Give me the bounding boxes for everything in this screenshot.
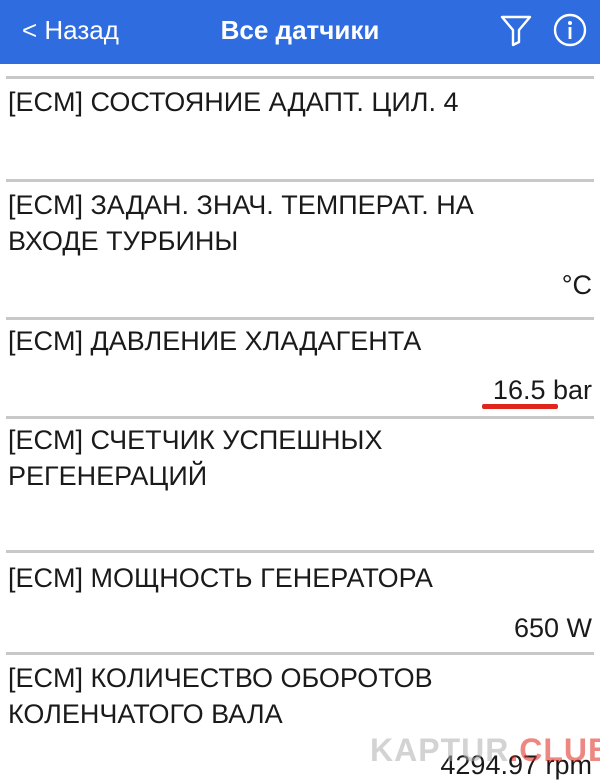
divider <box>6 652 594 655</box>
sensor-name: [ECM] СЧЕТЧИК УСПЕШНЫХ РЕГЕНЕРАЦИЙ <box>8 425 383 491</box>
divider <box>6 179 594 182</box>
sensor-name: [ECM] КОЛИЧЕСТВО ОБОРОТОВ КОЛЕНЧАТОГО ВА… <box>8 663 433 729</box>
watermark-text: KAPTUR <box>370 732 510 768</box>
sensor-name: [ECM] ЗАДАН. ЗНАЧ. ТЕМПЕРАТ. НА ВХОДЕ ТУ… <box>8 190 474 256</box>
info-icon <box>553 13 587 47</box>
sensor-value: °C <box>561 270 592 300</box>
watermark-text-accent: .CLUB <box>509 732 600 768</box>
divider <box>6 550 594 553</box>
watermark-logo: KAPTUR.CLUB <box>370 732 600 769</box>
sensor-value: 16.5 bar <box>492 375 592 405</box>
app-header: < Назад Все датчики <box>0 0 600 64</box>
sensor-name: [ECM] ДАВЛЕНИЕ ХЛАДАГЕНТА <box>8 326 422 356</box>
filter-button[interactable] <box>498 12 534 48</box>
info-button[interactable] <box>552 12 588 48</box>
divider <box>6 76 594 79</box>
divider <box>6 416 594 419</box>
filter-icon <box>500 15 532 47</box>
value-underline <box>482 404 558 409</box>
sensor-name: [ECM] СОСТОЯНИЕ АДАПТ. ЦИЛ. 4 <box>8 87 459 117</box>
sensor-name: [ECM] МОЩНОСТЬ ГЕНЕРАТОРА <box>8 563 433 593</box>
divider <box>6 317 594 320</box>
sensor-value: 650 W <box>513 613 592 643</box>
